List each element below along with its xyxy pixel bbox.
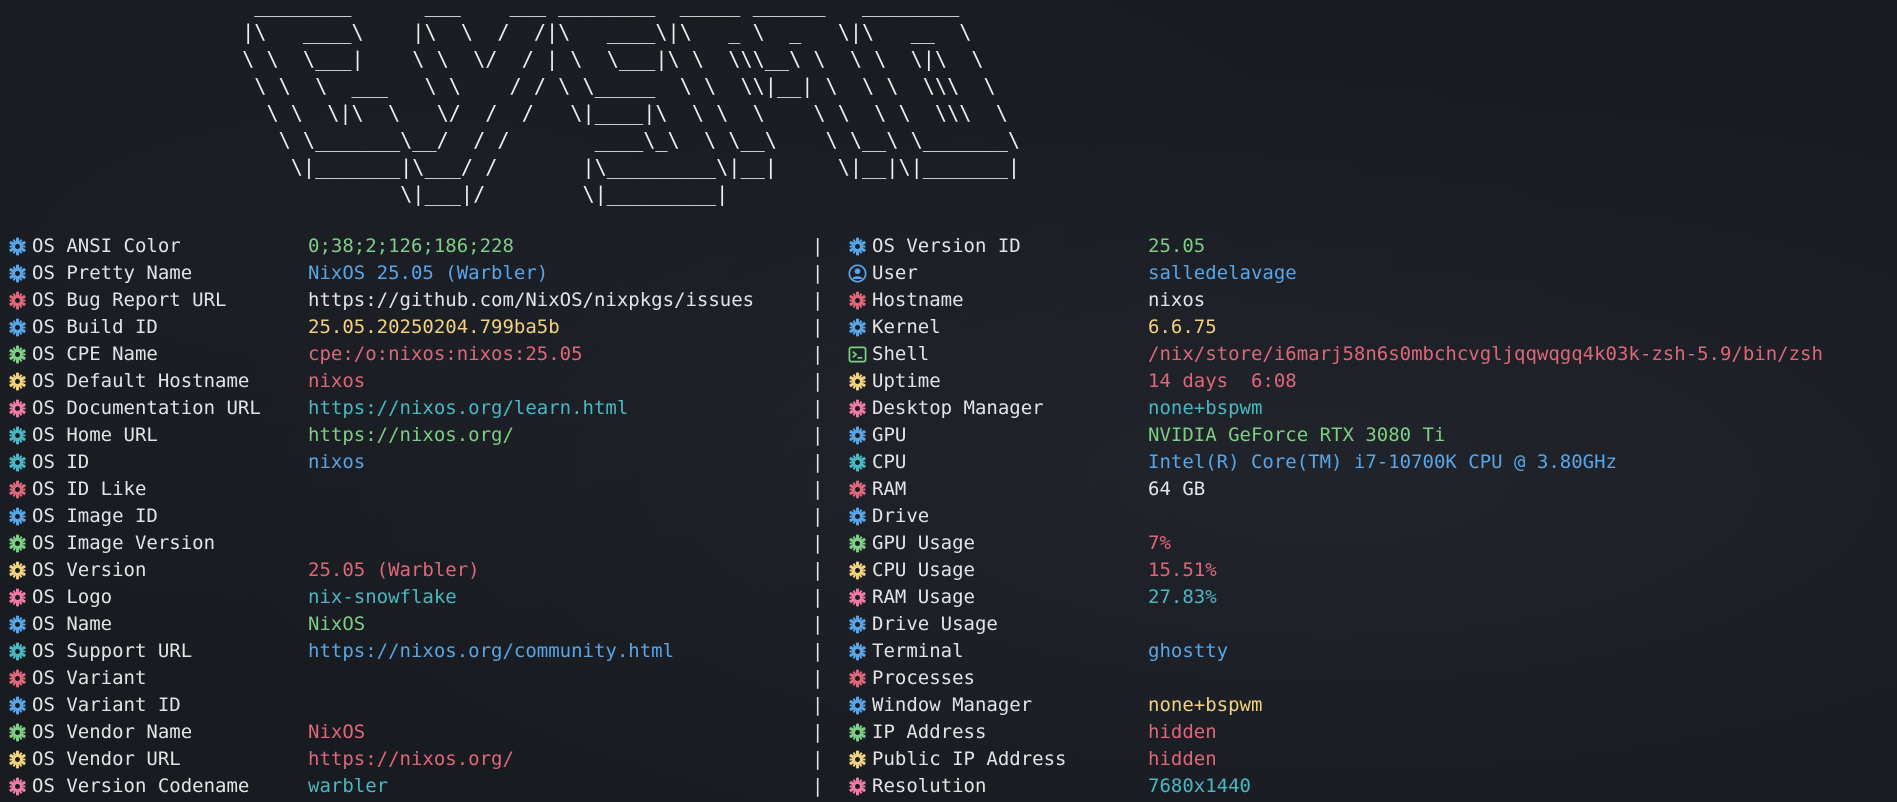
gear-icon (848, 696, 867, 715)
info-row: CPU Intel(R) Core(TM) i7-10700K CPU @ 3.8… (0, 449, 1897, 476)
info-row: OS Version ID 25.05 (0, 233, 1897, 260)
info-label: Desktop Manager (872, 397, 1044, 419)
ascii-logo: ________ ___ ___ ________ _____ ______ _… (230, 0, 1020, 208)
gear-icon (848, 453, 867, 472)
info-label: Kernel (872, 316, 941, 338)
info-label: Drive (872, 505, 930, 527)
terminal-window[interactable]: ________ ___ ___ ________ _____ ______ _… (0, 0, 1897, 802)
info-label: Drive Usage (872, 613, 998, 635)
gear-icon (848, 588, 867, 607)
info-row: Drive Usage (0, 611, 1897, 638)
info-value: none+bspwm (1148, 397, 1263, 419)
gear-icon (848, 777, 867, 796)
info-row: Uptime 14 days 6:08 (0, 368, 1897, 395)
info-value: hidden (1148, 721, 1217, 743)
info-label: GPU Usage (872, 532, 975, 554)
info-label: CPU (872, 451, 907, 473)
info-value: 7680x1440 (1148, 775, 1251, 797)
gear-icon (848, 669, 867, 688)
info-label: Window Manager (872, 694, 1033, 716)
info-label: OS Version ID (872, 235, 1021, 257)
info-label: Public IP Address (872, 748, 1067, 770)
info-value: /nix/store/i6marj58n6s0mbchcvgljqqwqgq4k… (1148, 343, 1823, 365)
info-label: User (872, 262, 918, 284)
gear-icon (848, 480, 867, 499)
info-value: none+bspwm (1148, 694, 1263, 716)
ascii-logo-line: ________ ___ ___ ________ _____ ______ _… (230, 0, 960, 17)
info-label: Shell (872, 343, 930, 365)
info-row: CPU Usage 15.51% (0, 557, 1897, 584)
gear-icon (848, 723, 867, 742)
ascii-logo-line: \ \ \|\ \ \/ / / \|____|\ \ \ \ \ \ \ \ … (230, 101, 1008, 125)
info-value: Intel(R) Core(TM) i7-10700K CPU @ 3.80GH… (1148, 451, 1617, 473)
info-value: 25.05 (1148, 235, 1206, 257)
info-row: GPU NVIDIA GeForce RTX 3080 Ti (0, 422, 1897, 449)
info-value: 7% (1148, 532, 1171, 554)
gear-icon (848, 642, 867, 661)
gear-icon (848, 237, 867, 256)
info-label: Processes (872, 667, 975, 689)
info-value: 27.83% (1148, 586, 1217, 608)
info-row: Public IP Address hidden (0, 746, 1897, 773)
info-label: RAM Usage (872, 586, 975, 608)
gear-icon (848, 507, 867, 526)
info-row: Resolution 7680x1440 (0, 773, 1897, 800)
info-label: Terminal (872, 640, 964, 662)
gear-icon (848, 318, 867, 337)
info-row: Kernel 6.6.75 (0, 314, 1897, 341)
info-row: Shell/nix/store/i6marj58n6s0mbchcvgljqqw… (0, 341, 1897, 368)
terminal-icon (848, 345, 867, 364)
info-row: Window Manager none+bspwm (0, 692, 1897, 719)
info-value: ghostty (1148, 640, 1229, 662)
ascii-logo-line: \ \_______\__/ / / ____\_\ \ \__\ \ \__\… (230, 128, 1021, 152)
gear-icon (848, 426, 867, 445)
info-value: NVIDIA GeForce RTX 3080 Ti (1148, 424, 1446, 446)
gear-icon (848, 372, 867, 391)
info-value: 14 days 6:08 (1148, 370, 1297, 392)
info-label: Uptime (872, 370, 941, 392)
ascii-logo-line: |\ ____\ |\ \ / /|\ ____\|\ _ \ _ \|\ __… (230, 20, 972, 44)
info-label: RAM (872, 478, 907, 500)
ascii-logo-line: \ \ \ ___ \ \ / / \ \_____ \ \ \\|__| \ … (230, 74, 996, 98)
info-value: nixos (1148, 289, 1206, 311)
info-label: GPU (872, 424, 907, 446)
info-row: RAM Usage 27.83% (0, 584, 1897, 611)
info-value: salledelavage (1148, 262, 1297, 284)
info-value: 15.51% (1148, 559, 1217, 581)
info-label: CPU Usage (872, 559, 975, 581)
gear-icon (848, 399, 867, 418)
info-row: Hostname nixos (0, 287, 1897, 314)
info-value: hidden (1148, 748, 1217, 770)
info-label: Hostname (872, 289, 964, 311)
info-row: User salledelavage (0, 260, 1897, 287)
ascii-logo-line: \ \ \___| \ \ \/ / | \ \___|\ \ \\\__\ \… (230, 47, 984, 71)
info-row: IP Address hidden (0, 719, 1897, 746)
gear-icon (848, 615, 867, 634)
info-value: 64 GB (1148, 478, 1206, 500)
info-value: 6.6.75 (1148, 316, 1217, 338)
info-label: Resolution (872, 775, 987, 797)
info-row: Drive (0, 503, 1897, 530)
gear-icon (848, 561, 867, 580)
gear-icon (848, 291, 867, 310)
info-row: Processes (0, 665, 1897, 692)
user-icon (848, 264, 867, 283)
ascii-logo-line: \|_______|\___/ / |\_________\|__| \|__|… (230, 155, 1021, 179)
info-row: GPU Usage 7% (0, 530, 1897, 557)
gear-icon (848, 750, 867, 769)
info-row: Terminal ghostty (0, 638, 1897, 665)
info-label: IP Address (872, 721, 987, 743)
info-row: Desktop Manager none+bspwm (0, 395, 1897, 422)
ascii-logo-line: \|___|/ \|_________| (230, 182, 729, 206)
info-row: RAM 64 GB (0, 476, 1897, 503)
gear-icon (848, 534, 867, 553)
